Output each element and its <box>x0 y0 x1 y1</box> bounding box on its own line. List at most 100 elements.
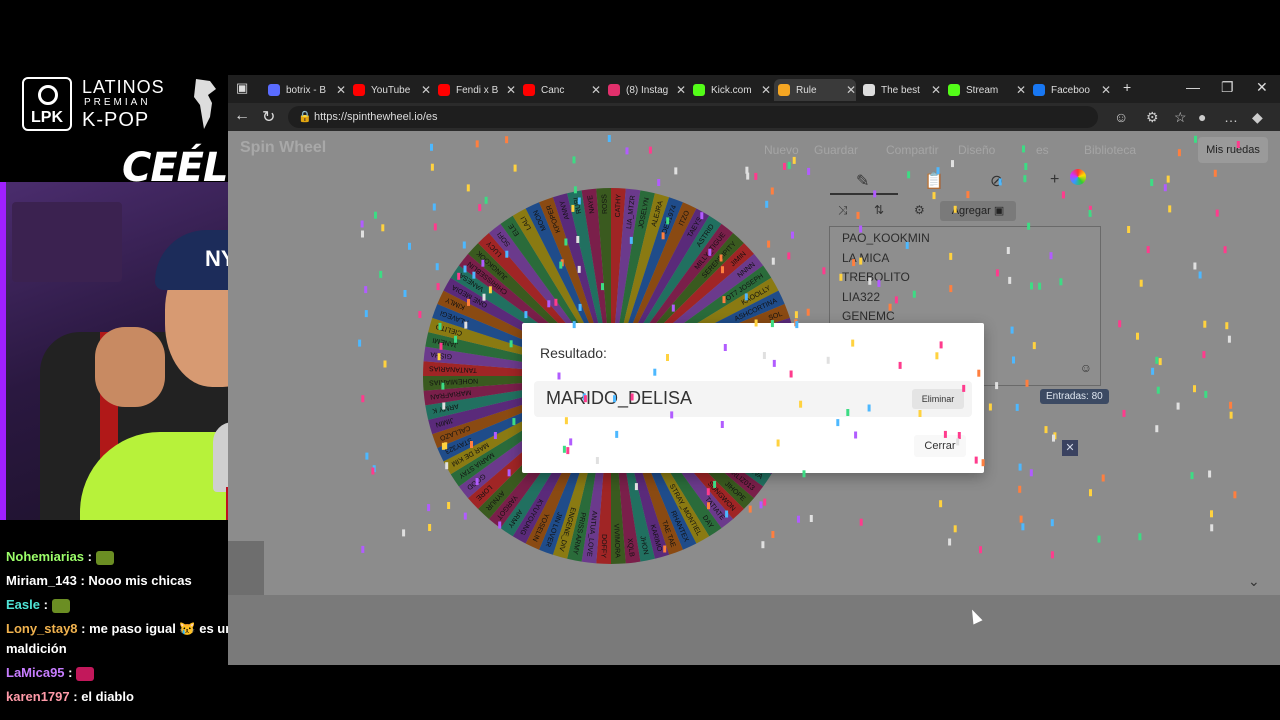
spinwheel-page: Spin Wheel Nuevo Guardar Compartir Diseño es… <box>228 131 1280 665</box>
tab-close-icon[interactable]: ✕ <box>336 83 346 97</box>
confetti-piece <box>1052 434 1055 442</box>
agregar-label: Agregar <box>951 205 991 217</box>
chat-username[interactable]: Lony_stay8 <box>6 621 78 636</box>
browser-tab[interactable]: YouTube ✕ <box>349 79 431 101</box>
tab-close-icon[interactable]: ✕ <box>1016 83 1026 97</box>
mis-ruedas-button[interactable]: Mis ruedas <box>1198 137 1268 163</box>
menu-item[interactable]: Diseño <box>958 143 995 157</box>
site-logo[interactable]: Spin Wheel <box>240 139 326 157</box>
confetti-piece <box>361 395 365 403</box>
left-fist <box>95 327 165 407</box>
tab-close-icon[interactable]: ✕ <box>591 83 601 97</box>
tab-label: YouTube <box>371 84 411 96</box>
browser-tab[interactable]: Fendi x B ✕ <box>434 79 516 101</box>
lock-icon: 🔒 <box>298 111 312 123</box>
clipboard-icon[interactable]: 📋 <box>924 171 944 191</box>
url-field[interactable]: 🔒 https://spinthewheel.io/es <box>288 106 1098 128</box>
browser-tab[interactable]: Stream ✕ <box>944 79 1026 101</box>
confetti-piece <box>383 360 387 368</box>
confetti-piece <box>1215 209 1219 217</box>
browser-tab[interactable]: (8) Instag ✕ <box>604 79 686 101</box>
chat-message: Miriam_143 : Nooo mis chicas <box>0 569 265 593</box>
chat-username[interactable]: LaMica95 <box>6 665 65 680</box>
confetti-piece <box>648 146 652 154</box>
chat-username[interactable]: Easle <box>6 597 40 612</box>
confetti-piece <box>379 270 383 278</box>
tab-overview-icon[interactable]: ▣ <box>236 80 248 96</box>
maximize-button[interactable]: ❐ <box>1221 79 1234 96</box>
agregar-button[interactable]: Agregar ▣ <box>940 201 1016 221</box>
entry-line[interactable]: LA MICA <box>842 251 889 265</box>
edit-icon[interactable]: ✎ <box>856 171 869 191</box>
minimize-button[interactable]: — <box>1186 79 1200 95</box>
chat-username[interactable]: Miriam_143 <box>6 573 77 588</box>
confetti-piece <box>1233 491 1237 499</box>
back-icon[interactable]: ← <box>234 107 250 125</box>
entry-line[interactable]: TREBOLITO <box>842 270 910 284</box>
app-icon[interactable]: ☺ <box>1114 109 1128 125</box>
confetti-piece <box>1050 551 1054 559</box>
tab-close-icon[interactable]: ✕ <box>846 83 856 97</box>
confetti-piece <box>809 515 813 522</box>
cerrar-button[interactable]: Cerrar <box>914 435 966 457</box>
tab-favicon-icon <box>1033 84 1045 96</box>
color-wheel-icon[interactable] <box>1070 169 1086 185</box>
confetti-piece <box>1210 510 1213 518</box>
chevron-down-icon[interactable]: ⌄ <box>1248 573 1260 590</box>
emoji-icon[interactable]: ☺ <box>1080 361 1092 375</box>
entry-line[interactable]: LIA322 <box>842 290 880 304</box>
eliminar-button[interactable]: Eliminar <box>912 389 964 409</box>
confetti-piece <box>371 467 375 475</box>
confetti-piece <box>360 220 364 228</box>
confetti-piece <box>1101 474 1105 482</box>
menu-item[interactable]: Guardar <box>814 143 858 157</box>
confetti-piece <box>1150 179 1154 186</box>
menu-item[interactable]: Nuevo <box>764 143 799 157</box>
browser-tab[interactable]: Rule ✕ <box>774 79 856 101</box>
menu-item[interactable]: Biblioteca <box>1084 143 1136 157</box>
browser-tab[interactable]: botrix - B ✕ <box>264 79 346 101</box>
confetti-piece <box>1022 145 1025 153</box>
menu-icon[interactable]: … <box>1224 109 1238 125</box>
browser-tab[interactable]: Kick.com ✕ <box>689 79 771 101</box>
new-tab-button[interactable]: + <box>1123 79 1131 95</box>
reload-icon[interactable]: ↻ <box>262 107 275 127</box>
hide-icon[interactable]: ⊘ <box>990 171 1003 191</box>
confetti-piece <box>1146 246 1150 254</box>
entry-line[interactable]: GENEMC <box>842 309 895 323</box>
extension-icon[interactable]: ⚙ <box>1146 109 1159 126</box>
tab-close-icon[interactable]: ✕ <box>931 83 941 97</box>
confetti-piece <box>1029 469 1033 477</box>
tab-close-icon[interactable]: ✕ <box>761 83 771 97</box>
confetti-piece <box>979 546 982 554</box>
tab-label: (8) Instag <box>626 84 669 96</box>
tab-close-icon[interactable]: ✕ <box>676 83 686 97</box>
tab-close-icon[interactable]: ✕ <box>421 83 431 97</box>
confetti-piece <box>745 166 749 174</box>
chat-text: Nooo mis chicas <box>88 573 192 588</box>
browser-tab[interactable]: Canc ✕ <box>519 79 601 101</box>
entry-line[interactable]: PAO_KOOKMIN <box>842 231 930 245</box>
menu-item[interactable]: Compartir <box>886 143 939 157</box>
tab-label: The best <box>881 84 920 96</box>
close-window-button[interactable]: ✕ <box>1256 79 1268 96</box>
favorites-icon[interactable]: ☆ <box>1174 109 1187 126</box>
shuffle-icon[interactable]: ⤨ <box>838 203 848 218</box>
confetti-piece <box>1158 358 1162 366</box>
chat-username[interactable]: karen1797 <box>6 689 70 704</box>
confetti-piece <box>1155 356 1159 364</box>
tab-close-icon[interactable]: ✕ <box>506 83 516 97</box>
menu-item[interactable]: es <box>1036 143 1049 157</box>
result-text: MARIDO_DELISA <box>546 388 693 408</box>
browser-tab[interactable]: The best ✕ <box>859 79 941 101</box>
settings-icon[interactable]: ⚙ <box>914 203 925 217</box>
browser-tab[interactable]: Faceboo ✕ <box>1029 79 1111 101</box>
chat-username[interactable]: Nohemiarias <box>6 549 84 564</box>
profile-icon[interactable]: ● <box>1198 109 1206 125</box>
close-box-icon[interactable]: ✕ <box>1062 440 1078 456</box>
tab-close-icon[interactable]: ✕ <box>1101 83 1111 97</box>
sort-icon[interactable]: ⇅ <box>874 203 884 217</box>
add-icon[interactable]: + <box>1050 171 1059 189</box>
confetti-piece <box>859 518 863 526</box>
copilot-icon[interactable]: ◆ <box>1252 109 1263 126</box>
